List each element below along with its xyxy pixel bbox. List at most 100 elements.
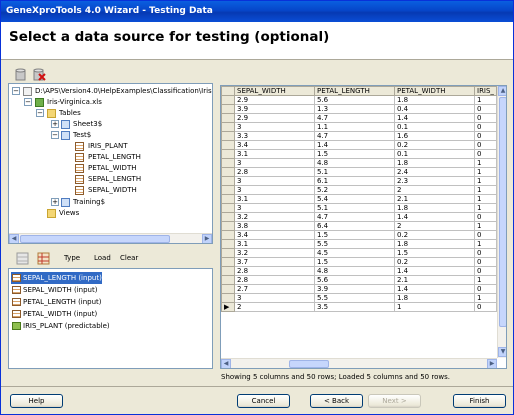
table-cell[interactable]: 0 [474,230,497,240]
table-cell[interactable]: 2.7 [234,284,315,294]
data-grid[interactable]: SEPAL_WIDTH PETAL_LENGTH PETAL_WIDTH IRI… [220,85,507,369]
table-cell[interactable]: 1.4 [314,140,395,150]
row-header[interactable] [221,203,235,213]
table-cell[interactable]: 5.5 [314,239,395,249]
table-cell[interactable]: 3 [234,176,315,186]
table-row[interactable]: 3 6.1 2.3 1 [221,176,497,186]
tree-tables[interactable]: Tables [59,108,81,119]
table-row[interactable]: 3.2 4.7 1.4 0 [221,212,497,222]
table-row[interactable]: 3.7 1.5 0.2 0 [221,257,497,267]
table-cell[interactable]: 1 [474,158,497,168]
table-cell[interactable]: 5.1 [314,167,395,177]
scroll-up-icon[interactable]: ▲ [498,86,506,96]
table-cell[interactable]: 0.2 [394,257,475,267]
table-cell[interactable]: 0.2 [394,230,475,240]
table-cell[interactable]: 3.2 [234,212,315,222]
table-cell[interactable]: 1.5 [314,257,395,267]
tree-field[interactable]: SEPAL_WIDTH [88,185,137,196]
table-cell[interactable]: 3.8 [234,221,315,231]
table-cell[interactable]: 0 [474,140,497,150]
scroll-thumb[interactable] [20,235,170,243]
table-cell[interactable]: 6.4 [314,221,395,231]
type-button[interactable]: Type [64,252,80,265]
scroll-right-icon[interactable]: ▶ [202,234,212,243]
table-row[interactable]: 2.9 4.7 1.4 0 [221,113,497,123]
table-cell[interactable]: 0.1 [394,149,475,159]
table-row[interactable]: 3.1 5.4 2.1 1 [221,194,497,204]
load-button[interactable]: Load [94,252,111,265]
table-cell[interactable]: 3.2 [234,248,315,258]
list-item[interactable]: PETAL_WIDTH (input) [11,308,97,320]
table-cell[interactable]: 5.5 [314,293,395,303]
scroll-thumb[interactable] [499,97,506,327]
table-cell[interactable]: 1.4 [394,113,475,123]
table-row[interactable]: 3 4.8 1.8 1 [221,158,497,168]
row-header[interactable] [221,239,235,249]
clear-button[interactable]: Clear [120,252,138,265]
table-cell[interactable]: 0 [474,248,497,258]
table-row[interactable]: 3 1.1 0.1 0 [221,122,497,132]
grid-vscrollbar[interactable]: ▲ ▼ [497,86,506,358]
table-cell[interactable]: 5.6 [314,95,395,105]
table-cell[interactable]: 5.4 [314,194,395,204]
table-cell[interactable]: 1.5 [314,230,395,240]
row-header[interactable] [221,149,235,159]
row-header[interactable] [221,230,235,240]
row-header[interactable] [221,194,235,204]
table-cell[interactable]: 0 [474,113,497,123]
table-cell[interactable]: 6.1 [314,176,395,186]
table-cell[interactable]: 1 [394,302,475,312]
table-cell[interactable]: 2.9 [234,113,315,123]
table-cell[interactable]: 1 [474,239,497,249]
table-cell[interactable]: 1.8 [394,293,475,303]
table-cell[interactable]: 1.4 [394,212,475,222]
table-cell[interactable]: 0 [474,212,497,222]
row-header[interactable] [221,257,235,267]
table-row[interactable]: 3.9 1.3 0.4 0 [221,104,497,114]
table-cell[interactable]: 4.7 [314,113,395,123]
table-cell[interactable]: 3.1 [234,239,315,249]
table-cell[interactable]: 0 [474,122,497,132]
table-cell[interactable]: 1.5 [394,248,475,258]
table-cell[interactable]: 1.8 [394,158,475,168]
table-cell[interactable]: 0 [474,257,497,267]
table-cell[interactable]: 2.8 [234,167,315,177]
table-cell[interactable]: 5.6 [314,275,395,285]
tree-hscrollbar[interactable]: ◀ ▶ [9,233,212,243]
tree-field[interactable]: IRIS_PLANT [88,141,128,152]
row-header[interactable] [221,266,235,276]
table-cell[interactable]: 0 [474,149,497,159]
row-header[interactable] [221,167,235,177]
list-item[interactable]: SEPAL_WIDTH (input) [11,284,97,296]
table-cell[interactable]: 3.4 [234,230,315,240]
table-cell[interactable]: 0.2 [394,140,475,150]
title-bar[interactable]: GeneXproTools 4.0 Wizard - Testing Data [1,1,513,22]
table-row[interactable]: 2.9 5.6 1.8 1 [221,95,497,105]
row-header[interactable] [221,212,235,222]
table-row[interactable]: 2.8 5.6 2.1 1 [221,275,497,285]
table-cell[interactable]: 2.8 [234,266,315,276]
scroll-down-icon[interactable]: ▼ [498,347,506,357]
table-cell[interactable]: 2.9 [234,95,315,105]
table-cell[interactable]: 3 [234,203,315,213]
table-cell[interactable]: 4.8 [314,266,395,276]
tree-sheet[interactable]: Sheet3$ [73,119,102,130]
table-cell[interactable]: 2 [234,302,315,312]
table-cell[interactable]: 1.8 [394,239,475,249]
table-cell[interactable]: 1.4 [394,266,475,276]
variables-icon[interactable] [15,251,30,266]
table-cell[interactable]: 3.5 [314,302,395,312]
table-cell[interactable]: 3.7 [234,257,315,267]
scroll-left-icon[interactable]: ◀ [221,359,231,368]
table-row[interactable]: 3.3 4.7 1.6 0 [221,131,497,141]
remove-datasource-icon[interactable] [32,67,47,82]
table-cell[interactable]: 3.9 [314,284,395,294]
row-header[interactable] [221,221,235,231]
table-row[interactable]: 3.4 1.4 0.2 0 [221,140,497,150]
table-row[interactable]: 3.4 1.5 0.2 0 [221,230,497,240]
table-cell[interactable]: 3.3 [234,131,315,141]
table-cell[interactable]: 2.3 [394,176,475,186]
row-header[interactable] [221,113,235,123]
table-cell[interactable]: 5.2 [314,185,395,195]
table-row[interactable]: 3 5.1 1.8 1 [221,203,497,213]
